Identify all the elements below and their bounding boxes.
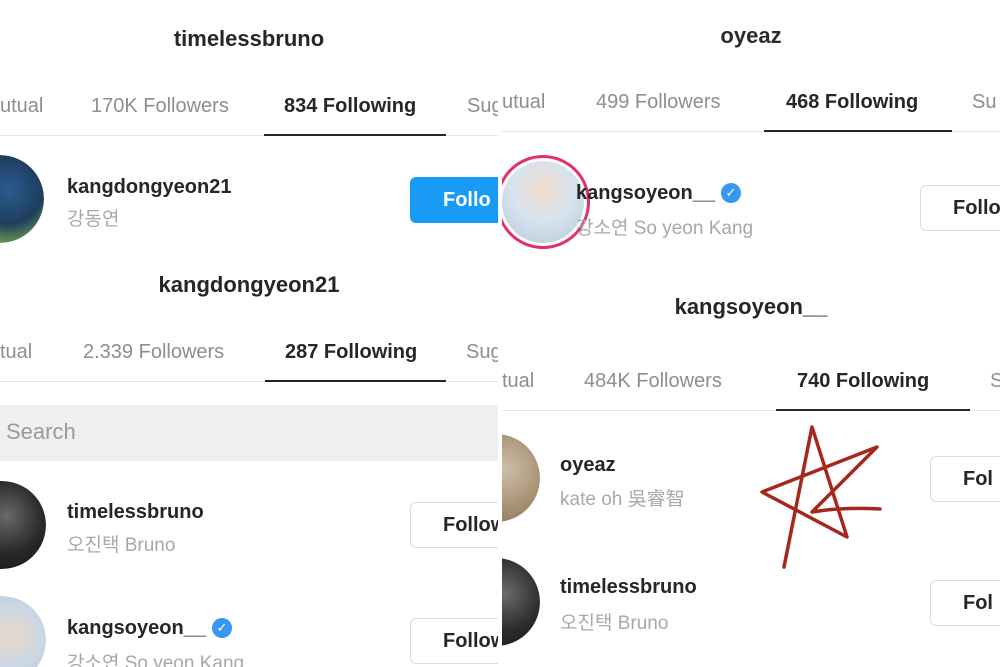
tab-suggested[interactable]: Sug [467, 76, 498, 136]
page-title: oyeaz [720, 23, 782, 48]
tab-suggested[interactable]: Su [972, 72, 996, 132]
list-item[interactable]: oyeaz kate oh 吳睿智 Fol [502, 434, 1000, 524]
list-item[interactable]: kangsoyeon__ ✓ 강소연 So yeon Kang Follo [502, 155, 1000, 249]
full-name: 강소연 So yeon Kang [67, 653, 245, 667]
page-title: timelessbruno [173, 26, 325, 51]
username[interactable]: timelessbruno [67, 501, 204, 524]
tab-suggested[interactable]: Sug [466, 322, 498, 382]
search-input[interactable]: Search [0, 405, 498, 461]
page-title: kangsoyeon__ [674, 294, 828, 319]
verified-badge-icon: ✓ [720, 183, 741, 203]
tab-bar: tual 2.339 Followers 287 Following Sug [0, 322, 498, 382]
tab-mutual[interactable]: tual [0, 322, 32, 382]
username-text[interactable]: kangsoyeon__ [67, 617, 206, 639]
tab-bar: tual 484K Followers 740 Following S [502, 351, 1000, 411]
active-tab-indicator [776, 409, 970, 411]
full-name: 강소연 So yeon Kang [576, 218, 754, 239]
collage-divider-right [502, 280, 1000, 283]
active-tab-indicator [265, 380, 446, 382]
username[interactable]: timelessbruno [560, 576, 697, 599]
panel-bottom-right: kangsoyeon__ tual 484K Followers 740 Fol… [502, 282, 1000, 667]
full-name: kate oh 吳睿智 [560, 489, 685, 510]
tab-following[interactable]: 468 Following [786, 72, 918, 132]
tab-following[interactable]: 287 Following [285, 322, 417, 382]
tab-followers[interactable]: 170K Followers [91, 76, 229, 136]
collage-divider-left [0, 260, 498, 263]
username[interactable]: kangsoyeon__ ✓ [67, 617, 232, 640]
follow-button[interactable]: Follow [410, 502, 498, 548]
collage-divider-vertical [498, 0, 502, 667]
username-text[interactable]: kangsoyeon__ [576, 182, 715, 204]
verified-badge-icon: ✓ [211, 618, 232, 638]
tab-followers[interactable]: 2.339 Followers [83, 322, 224, 382]
panel-bottom-left: kangdongyeon21 tual 2.339 Followers 287 … [0, 262, 498, 667]
tab-followers[interactable]: 484K Followers [584, 351, 722, 411]
username[interactable]: kangdongyeon21 [67, 176, 231, 199]
avatar[interactable] [0, 596, 46, 667]
follow-button[interactable]: Follow [410, 618, 498, 664]
tab-followers[interactable]: 499 Followers [596, 72, 721, 132]
tab-mutual[interactable]: tual [502, 351, 534, 411]
star-scribble-icon [760, 425, 882, 569]
avatar[interactable] [502, 434, 540, 522]
username[interactable]: oyeaz [560, 454, 616, 477]
follow-button[interactable]: Follo [920, 185, 1000, 231]
tab-following[interactable]: 740 Following [797, 351, 929, 411]
list-item[interactable]: kangsoyeon__✓ 강소연 So yeon Kang Follow [0, 596, 498, 667]
list-item[interactable]: kangdongyeon21 강동연 Follo [0, 155, 498, 245]
username[interactable]: kangsoyeon__ ✓ [576, 182, 741, 205]
follow-button[interactable]: Fol [930, 580, 1000, 626]
full-name: 오진택 Bruno [67, 535, 176, 556]
tab-bar: utual 170K Followers 834 Following Sug [0, 76, 498, 136]
follow-button[interactable]: Fol [930, 456, 1000, 502]
page-title: kangdongyeon21 [158, 272, 340, 297]
panel-top-left: timelessbruno utual 170K Followers 834 F… [0, 0, 498, 260]
tab-bar: utual 499 Followers 468 Following Su [502, 72, 1000, 132]
avatar[interactable] [0, 155, 44, 243]
full-name: 강동연 [67, 209, 120, 230]
tab-following[interactable]: 834 Following [284, 76, 416, 136]
panel-top-right: oyeaz utual 499 Followers 468 Following … [502, 0, 1000, 280]
search-placeholder: Search [6, 419, 76, 444]
avatar[interactable] [502, 558, 540, 646]
full-name: 오진택 Bruno [560, 613, 669, 634]
tab-mutual[interactable]: utual [502, 72, 545, 132]
active-tab-indicator [764, 130, 952, 132]
follow-button[interactable]: Follo [410, 177, 498, 223]
active-tab-indicator [264, 134, 446, 136]
list-item[interactable]: timelessbruno 오진택 Bruno Follow [0, 480, 498, 570]
list-item[interactable]: timelessbruno 오진택 Bruno Fol [502, 558, 1000, 648]
tab-suggested[interactable]: S [990, 351, 1000, 411]
avatar[interactable] [0, 481, 46, 569]
tab-mutual[interactable]: utual [0, 76, 43, 136]
